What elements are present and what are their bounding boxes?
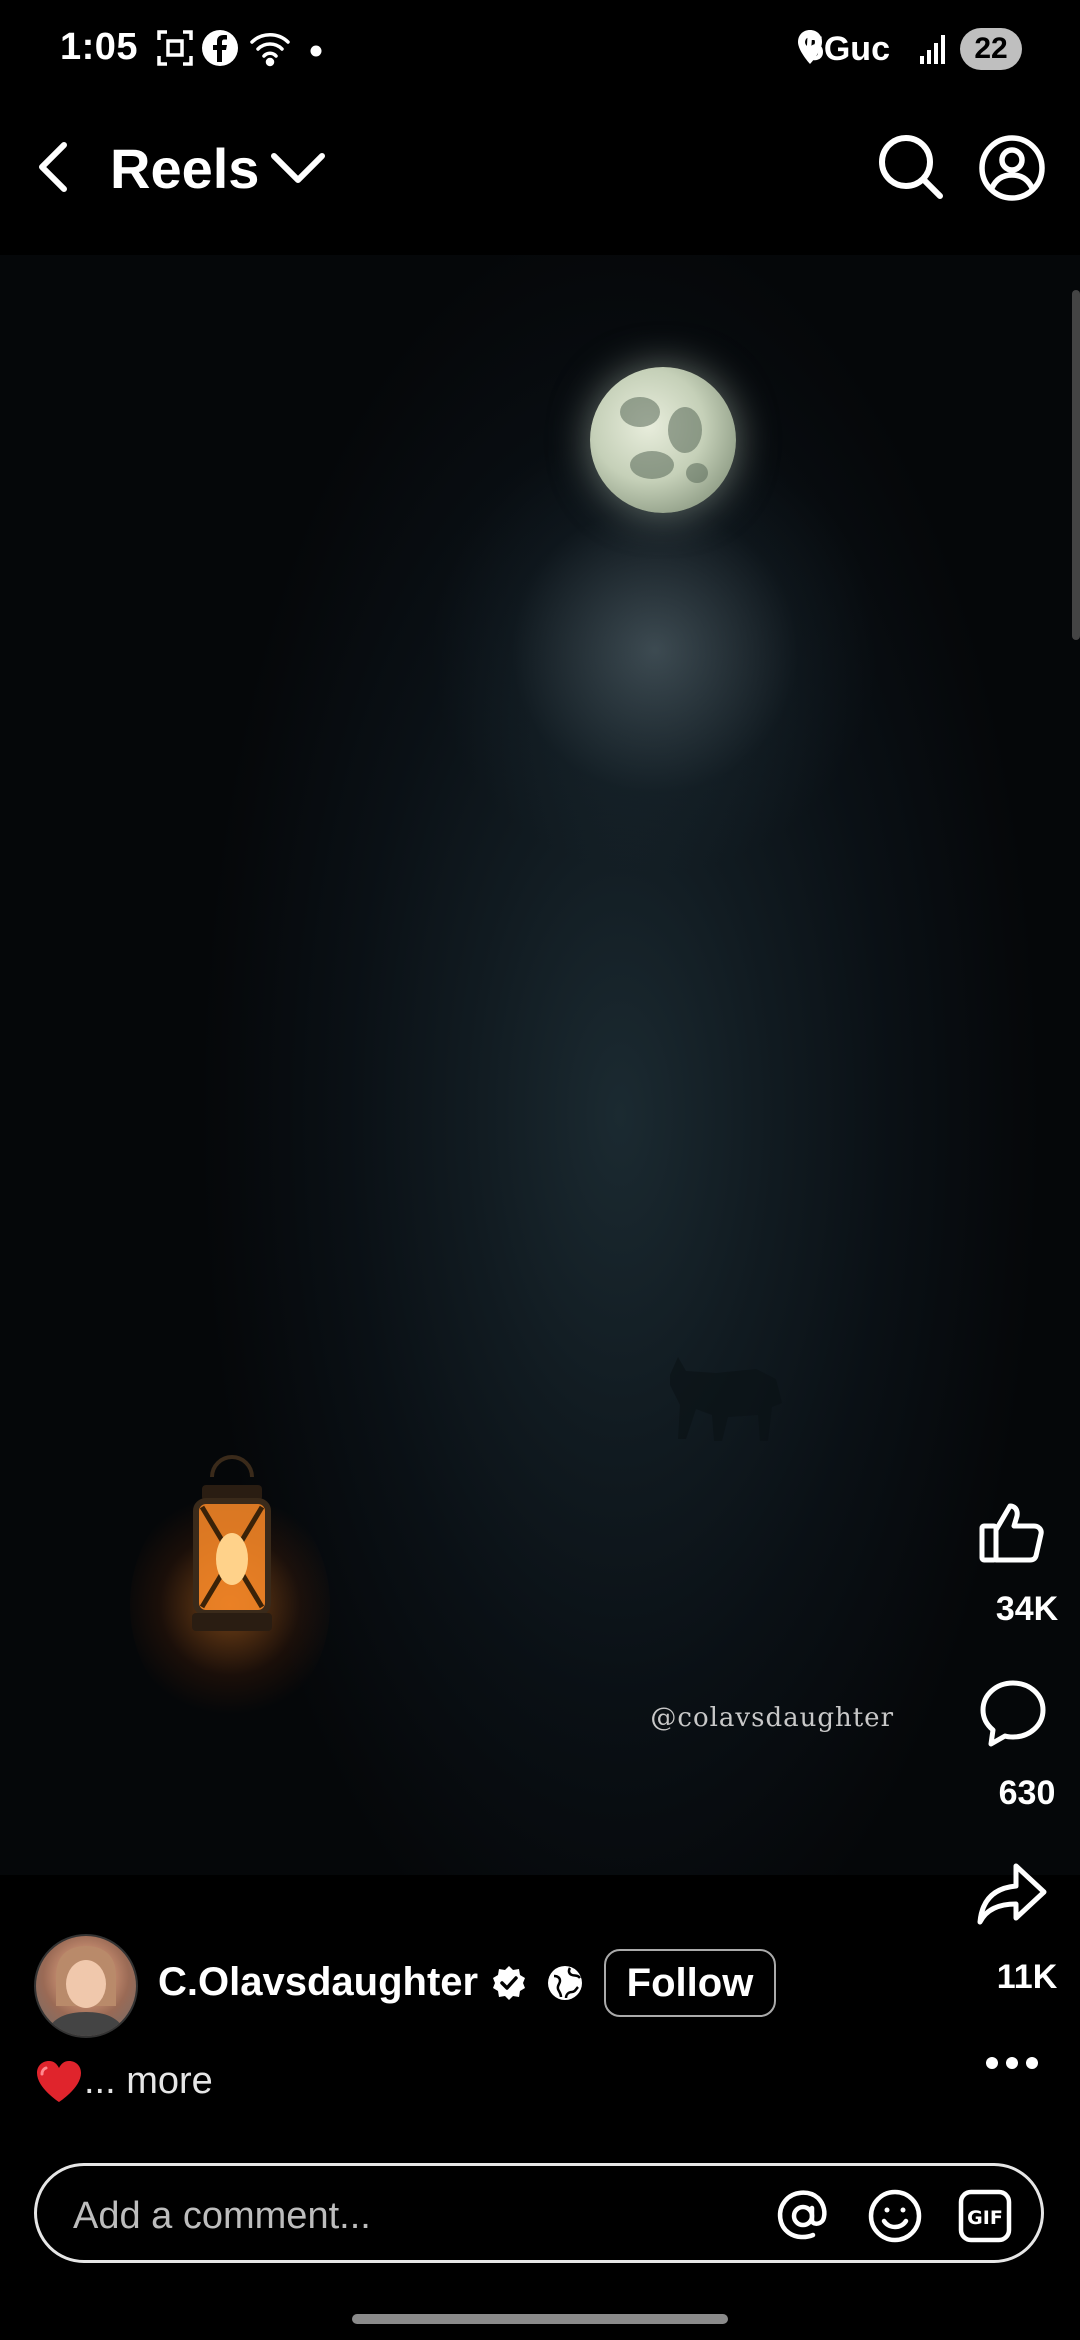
comment-icon[interactable] xyxy=(978,1678,1048,1753)
author-name[interactable]: C.Olavsdaughter xyxy=(158,1960,478,2005)
mention-icon[interactable] xyxy=(775,2188,831,2249)
moon-image xyxy=(590,367,736,513)
chevron-down-icon[interactable] xyxy=(270,150,326,191)
caption-more-link[interactable]: ... more xyxy=(84,2060,213,2103)
wolf-silhouette xyxy=(670,1357,782,1441)
page-title[interactable]: Reels xyxy=(110,136,259,201)
back-arrow-icon[interactable] xyxy=(34,137,74,202)
share-icon[interactable] xyxy=(976,1860,1048,1931)
scrollbar[interactable] xyxy=(1072,290,1080,640)
lantern-image xyxy=(192,1455,272,1631)
signal-icon xyxy=(918,32,948,71)
follow-button[interactable]: Follow xyxy=(604,1949,776,2017)
emoji-icon[interactable] xyxy=(867,2188,923,2249)
comment-input[interactable] xyxy=(71,2190,755,2242)
battery-indicator: 22 xyxy=(960,28,1022,70)
avatar[interactable] xyxy=(34,1934,138,2038)
profile-icon[interactable] xyxy=(978,134,1046,207)
comment-bar: GIF xyxy=(34,2163,1044,2263)
wifi-icon xyxy=(248,28,292,73)
video-watermark: @colavsdaughter xyxy=(650,1703,894,1733)
svg-text:GIF: GIF xyxy=(967,2207,1003,2229)
more-options-icon[interactable] xyxy=(984,2053,1040,2078)
network-label: 5Guc xyxy=(804,30,890,68)
globe-icon xyxy=(546,1964,584,2007)
facebook-icon xyxy=(200,28,240,73)
home-indicator[interactable] xyxy=(352,2314,728,2324)
comment-count: 630 xyxy=(998,1774,1056,1812)
gif-icon[interactable]: GIF xyxy=(957,2188,1013,2249)
verified-badge-icon xyxy=(490,1964,528,2007)
like-count: 34K xyxy=(995,1590,1059,1628)
search-icon[interactable] xyxy=(878,134,944,205)
share-count: 11K xyxy=(996,1958,1058,1996)
reel-video[interactable]: @colavsdaughter xyxy=(0,255,1080,1875)
dot-icon xyxy=(310,44,322,62)
heart-icon xyxy=(34,2058,84,2104)
caption[interactable]: ... more xyxy=(34,2058,213,2104)
like-icon[interactable] xyxy=(978,1496,1048,1571)
screenshot-icon xyxy=(155,28,195,73)
status-time: 1:05 xyxy=(60,26,139,68)
